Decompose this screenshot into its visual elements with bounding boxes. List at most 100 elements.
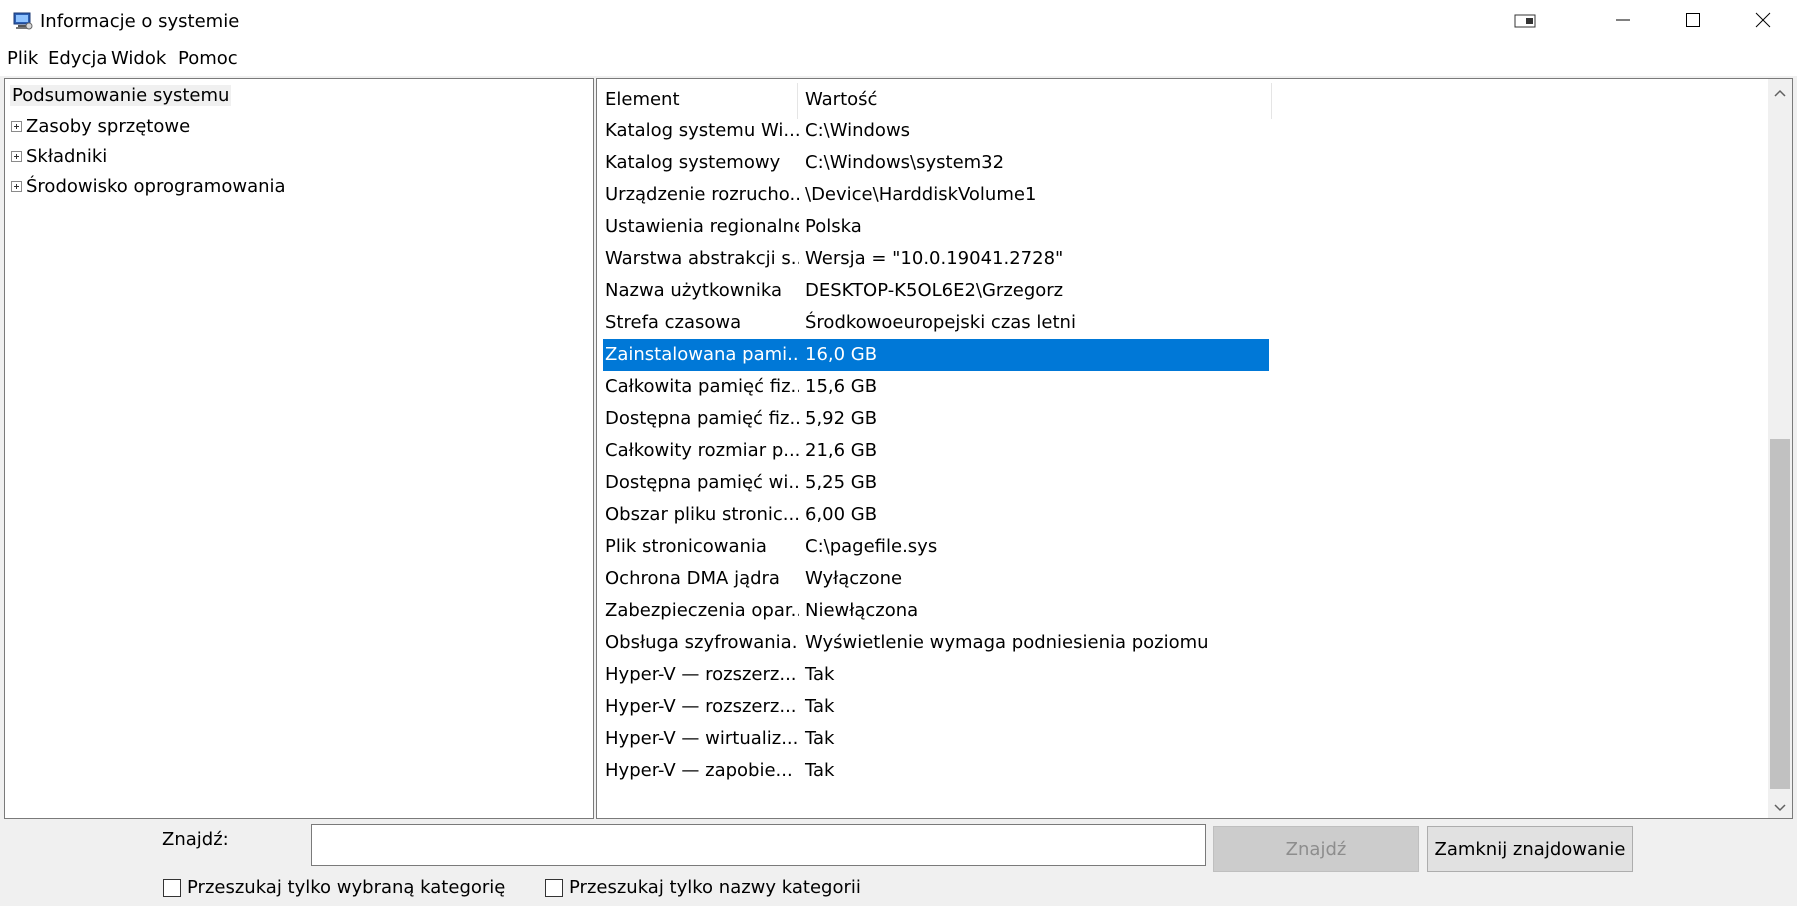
menu-help[interactable]: Pomoc [178,48,238,69]
table-row[interactable]: Ustawienia regionalne Polska [603,211,1269,243]
column-divider[interactable] [1271,83,1272,119]
cell-value: Tak [805,728,835,749]
expand-plus-icon[interactable] [11,151,22,162]
table-row[interactable]: Całkowita pamięć fiz... 15,6 GB [603,371,1269,403]
maximize-icon [1685,12,1701,32]
column-header-element[interactable]: Element [605,85,680,115]
expand-plus-icon[interactable] [11,181,22,192]
table-row[interactable]: Katalog systemowy C:\Windows\system32 [603,147,1269,179]
column-header-value[interactable]: Wartość [805,85,877,115]
table-row[interactable]: Obsługa szyfrowania... Wyświetlenie wymag… [603,627,1269,659]
system-info-icon[interactable] [12,10,34,32]
search-category-names-checkbox[interactable]: Przeszukaj tylko nazwy kategorii [545,877,861,898]
vertical-scrollbar[interactable] [1768,79,1792,818]
tree-item-system-summary[interactable]: Podsumowanie systemu [10,85,232,106]
table-row[interactable]: Hyper-V — zapobie... Tak [603,755,1269,787]
checkbox-label: Przeszukaj tylko nazwy kategorii [569,877,861,898]
table-row[interactable]: Ochrona DMA jądra Wyłączone [603,563,1269,595]
close-button[interactable] [1728,0,1797,44]
table-row[interactable]: Katalog systemu Wi... C:\Windows [603,115,1269,147]
cell-value: Niewłączona [805,600,919,621]
cell-element: Obsługa szyfrowania... [605,632,799,653]
table-row[interactable]: Strefa czasowa Środkowoeuropejski czas le… [603,307,1269,339]
cell-element: Hyper-V — wirtualiz... [605,728,799,749]
search-selected-category-checkbox[interactable]: Przeszukaj tylko wybraną kategorię [163,877,505,898]
chevron-down-icon [1774,797,1786,816]
find-input[interactable] [311,824,1206,866]
cell-value: 16,0 GB [805,344,878,365]
scroll-down-button[interactable] [1768,794,1792,818]
tree-item-label: Składniki [26,146,108,167]
table-row[interactable]: Urządzenie rozrucho... \Device\HarddiskVo… [603,179,1269,211]
snap-layout-button[interactable] [1490,0,1560,44]
expand-plus-icon[interactable] [11,121,22,132]
table-row[interactable]: Plik stronicowania C:\pagefile.sys [603,531,1269,563]
menu-bar: Plik Edycja Widok Pomoc [0,44,1797,76]
table-row[interactable]: Hyper-V — rozszerz... Tak [603,691,1269,723]
cell-value: Wersja = "10.0.19041.2728" [805,248,1064,269]
cell-value: C:\pagefile.sys [805,536,938,557]
column-divider[interactable] [797,83,798,119]
minimize-button[interactable] [1588,0,1658,44]
find-label: Znajdź: [162,829,229,850]
chevron-up-icon [1774,82,1786,101]
cell-value: 21,6 GB [805,440,878,461]
cell-element: Obszar pliku stronic... [605,504,799,525]
cell-element: Dostępna pamięć fiz... [605,408,799,429]
cell-element: Strefa czasowa [605,312,742,333]
close-find-button[interactable]: Zamknij znajdowanie [1427,826,1633,872]
cell-element: Hyper-V — rozszerz... [605,696,797,717]
tree-item-components[interactable]: Składniki [11,146,107,167]
maximize-button[interactable] [1658,0,1728,44]
checkbox-box[interactable] [163,878,181,897]
cell-element: Katalog systemowy [605,152,781,173]
cell-value: Wyłączone [805,568,903,589]
cell-element: Hyper-V — zapobie... [605,760,793,781]
cell-value: 6,00 GB [805,504,878,525]
cell-element: Całkowity rozmiar p... [605,440,799,461]
cell-element: Urządzenie rozrucho... [605,184,799,205]
cell-value: 5,25 GB [805,472,878,493]
table-row[interactable]: Hyper-V — rozszerz... Tak [603,659,1269,691]
tree-item-label: Środowisko oprogramowania [26,176,286,197]
cell-element: Dostępna pamięć wi... [605,472,799,493]
scroll-up-button[interactable] [1768,79,1792,103]
cell-element: Zainstalowana pami... [605,344,799,365]
details-list[interactable]: Element Wartość Katalog systemu Wi... C:\… [596,78,1793,819]
cell-element: Ochrona DMA jądra [605,568,780,589]
find-button[interactable]: Znajdź [1213,826,1419,872]
cell-value: 15,6 GB [805,376,878,397]
menu-edit[interactable]: Edycja [48,48,107,69]
tree-item-hardware-resources[interactable]: Zasoby sprzętowe [11,116,190,137]
cell-value: Tak [805,696,835,717]
table-row[interactable]: Warstwa abstrakcji s... Wersja = "10.0.19… [603,243,1269,275]
cell-value: Tak [805,664,835,685]
tree-item-software-environment[interactable]: Środowisko oprogramowania [11,176,286,197]
table-row[interactable]: Hyper-V — wirtualiz... Tak [603,723,1269,755]
table-row[interactable]: Nazwa użytkownika DESKTOP-K5OL6E2\Grzegor… [603,275,1269,307]
table-row[interactable]: Dostępna pamięć fiz... 5,92 GB [603,403,1269,435]
window-title: Informacje o systemie [40,11,240,32]
cell-value: Wyświetlenie wymaga podniesienia poziomu [805,632,1209,653]
cell-value: Środkowoeuropejski czas letni [805,312,1076,333]
cell-value: Tak [805,760,835,781]
table-row[interactable]: Zabezpieczenia opar... Niewłączona [603,595,1269,627]
menu-view[interactable]: Widok [111,48,166,69]
scrollbar-thumb[interactable] [1770,439,1790,789]
menu-file[interactable]: Plik [7,48,38,69]
category-tree[interactable]: Podsumowanie systemu Zasoby sprzętowe Sk… [4,78,594,819]
cell-value: \Device\HarddiskVolume1 [805,184,1037,205]
checkbox-box[interactable] [545,878,563,897]
cell-element: Plik stronicowania [605,536,767,557]
cell-value: C:\Windows [805,120,911,141]
table-row-selected[interactable]: Zainstalowana pami... 16,0 GB [603,339,1269,371]
table-row[interactable]: Całkowity rozmiar p... 21,6 GB [603,435,1269,467]
cell-value: 5,92 GB [805,408,878,429]
close-icon [1755,12,1771,32]
table-row[interactable]: Dostępna pamięć wi... 5,25 GB [603,467,1269,499]
snap-icon [1514,13,1536,32]
minimize-icon [1615,12,1631,32]
table-row[interactable]: Obszar pliku stronic... 6,00 GB [603,499,1269,531]
checkbox-label: Przeszukaj tylko wybraną kategorię [187,877,506,898]
cell-value: DESKTOP-K5OL6E2\Grzegorz [805,280,1064,301]
